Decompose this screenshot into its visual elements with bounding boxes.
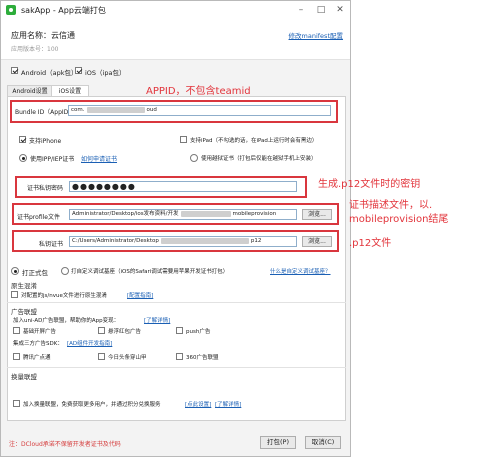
annotation-appid: APPID，不包含teamid bbox=[146, 86, 251, 97]
ad-union-title: 广告联盟 bbox=[11, 308, 37, 316]
annotation-profile-line2: mobileprovision结尾 bbox=[349, 214, 449, 225]
annotation-password: 生成.p12文件时的密钥 bbox=[318, 179, 421, 190]
push-ad-checkbox[interactable] bbox=[176, 327, 183, 334]
formal-pack-label: 打正式包 bbox=[22, 269, 48, 277]
iphone-label: 支持iPhone bbox=[29, 138, 62, 145]
divider bbox=[7, 302, 346, 303]
ipad-checkbox[interactable] bbox=[180, 136, 187, 143]
android-checkbox[interactable] bbox=[11, 67, 18, 74]
own-cert-radio[interactable] bbox=[19, 154, 27, 162]
ipad-label: 支持iPad（不勾选的话，在iPad上运行时会有黑边） bbox=[190, 138, 318, 144]
ios-checkbox[interactable] bbox=[75, 67, 82, 74]
dialog-footer: 注：DCloud承诺不保留开发者证书及代码 打包(P) 取消(C) bbox=[1, 429, 350, 456]
jailbreak-cert-radio[interactable] bbox=[190, 154, 198, 162]
tencent-gdt-checkbox[interactable] bbox=[13, 353, 20, 360]
title-bar: sakApp - App云端打包 – □ ✕ bbox=[1, 1, 350, 21]
annotation-box-appid bbox=[10, 100, 338, 123]
annotation-p12: .p12文件 bbox=[349, 238, 392, 249]
app-name: 应用名称：云信通 bbox=[11, 31, 75, 40]
ad360-label: 360广告联盟 bbox=[186, 355, 219, 361]
jailbreak-cert-label: 使用越狱证书（打包后仅能在越狱手机上安装） bbox=[201, 156, 317, 162]
exchange-details-link[interactable]: [了解详情] bbox=[215, 400, 241, 408]
native-obfuscation-checkbox[interactable] bbox=[11, 291, 18, 298]
toutiao-checkbox[interactable] bbox=[98, 353, 105, 360]
footer-warning: 注：DCloud承诺不保留开发者证书及代码 bbox=[9, 441, 121, 448]
ad-sdk-guide-link[interactable]: [AD组件开发指南] bbox=[67, 339, 112, 347]
manifest-link[interactable]: 修改manifest配置 bbox=[289, 30, 343, 40]
basic-splash-ad-checkbox[interactable] bbox=[13, 327, 20, 334]
app-version: 应用版本号：100 bbox=[11, 46, 59, 53]
native-obfuscation-title: 原生混淆 bbox=[11, 282, 37, 290]
maximize-icon[interactable]: □ bbox=[312, 3, 330, 17]
pack-button[interactable]: 打包(P) bbox=[260, 436, 296, 449]
exchange-union-checkbox[interactable] bbox=[13, 400, 20, 407]
divider bbox=[7, 367, 346, 368]
basic-splash-ad-label: 基础开屏广告 bbox=[23, 329, 57, 335]
push-ad-label: push广告 bbox=[186, 329, 211, 335]
native-obfuscation-guide-link[interactable]: [配置指南] bbox=[127, 291, 153, 299]
window-title: sakApp - App云端打包 bbox=[21, 6, 106, 15]
annotation-profile-line1: 证书描述文件，以. bbox=[349, 200, 433, 211]
native-obfuscation-label: 对配置的js/nvue文件进行原生混淆 bbox=[21, 293, 107, 299]
own-cert-label: 使用IPP/IEP证书 bbox=[30, 156, 75, 163]
tencent-gdt-label: 腾讯广点通 bbox=[23, 355, 51, 361]
minimize-icon[interactable]: – bbox=[292, 3, 310, 17]
app-window: sakApp - App云端打包 – □ ✕ 应用名称：云信通 应用版本号：10… bbox=[0, 0, 351, 457]
exchange-union-label: 加入换量联盟，免费获取更多用户，并通过积分兑换服务 bbox=[23, 402, 161, 408]
exchange-setup-link[interactable]: [点此设置] bbox=[185, 400, 211, 408]
formal-pack-radio[interactable] bbox=[11, 267, 19, 275]
ad-union-details-link[interactable]: [了解详情] bbox=[144, 316, 170, 324]
android-label: Android（apk包） bbox=[21, 69, 78, 77]
float-redpacket-ad-label: 悬浮红包广告 bbox=[108, 329, 142, 335]
exchange-union-title: 换量联盟 bbox=[11, 373, 37, 381]
iphone-checkbox[interactable] bbox=[19, 136, 26, 143]
custom-base-label: 打自定义调试基座（iOS的Safari调试需要用苹果开发证书打包） bbox=[71, 269, 229, 275]
how-apply-cert-link[interactable]: 如何申请证书 bbox=[81, 154, 117, 163]
app-info-header: 应用名称：云信通 应用版本号：100 修改manifest配置 bbox=[1, 20, 350, 60]
ad-union-intro: 加入uni-AD广告联盟，帮助你的App变现： bbox=[13, 318, 120, 324]
annotation-box-p12 bbox=[12, 230, 339, 252]
cancel-button[interactable]: 取消(C) bbox=[305, 436, 341, 449]
custom-base-link[interactable]: 什么是自定义调试基座？ bbox=[270, 267, 331, 275]
app-logo-icon bbox=[6, 5, 16, 15]
ad360-checkbox[interactable] bbox=[176, 353, 183, 360]
annotation-box-profile bbox=[12, 203, 339, 225]
ad-sdk-line: 集成三方广告SDK： bbox=[13, 341, 63, 347]
float-redpacket-ad-checkbox[interactable] bbox=[98, 327, 105, 334]
toutiao-label: 今日头条穿山甲 bbox=[108, 355, 147, 361]
custom-base-radio[interactable] bbox=[61, 267, 69, 275]
close-icon[interactable]: ✕ bbox=[331, 3, 349, 17]
ios-label: iOS（ipa包） bbox=[85, 69, 126, 77]
annotation-box-password bbox=[15, 176, 307, 198]
